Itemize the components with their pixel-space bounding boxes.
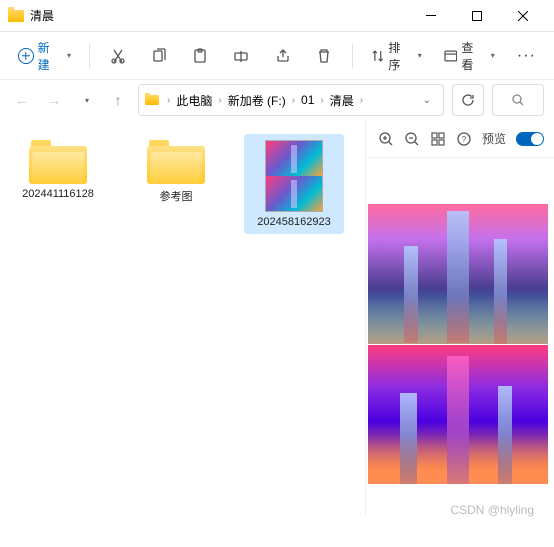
new-label: 新建 bbox=[38, 39, 61, 73]
sort-label: 排序 bbox=[388, 39, 411, 73]
close-button[interactable] bbox=[500, 0, 546, 32]
paste-button[interactable] bbox=[183, 40, 218, 72]
refresh-button[interactable] bbox=[452, 84, 484, 116]
separator bbox=[352, 44, 353, 68]
plus-icon bbox=[18, 48, 34, 64]
crumb-pc[interactable]: 此电脑 bbox=[174, 90, 214, 111]
item-label: 参考图 bbox=[160, 188, 193, 204]
item-label: 202458162923 bbox=[257, 216, 330, 228]
preview-image bbox=[368, 204, 548, 484]
view-icon bbox=[444, 49, 458, 63]
more-button[interactable]: ··· bbox=[509, 40, 544, 72]
share-button[interactable] bbox=[265, 40, 300, 72]
chevron-down-icon: ▾ bbox=[491, 51, 495, 60]
sort-button[interactable]: 排序 ▾ bbox=[363, 40, 430, 72]
copy-button[interactable] bbox=[141, 40, 176, 72]
search-icon bbox=[511, 93, 525, 107]
crumb-folder2[interactable]: 清晨 bbox=[328, 90, 356, 111]
watermark: CSDN @hlyling bbox=[450, 503, 534, 517]
chevron-right-icon: › bbox=[165, 95, 172, 106]
file-list[interactable]: 202441116128 参考图 202458162923 bbox=[0, 120, 365, 515]
new-button[interactable]: 新建 ▾ bbox=[10, 40, 79, 72]
folder-icon bbox=[145, 95, 159, 105]
image-thumbnail bbox=[265, 140, 323, 212]
help-button[interactable]: ? bbox=[456, 131, 472, 147]
crumb-folder1[interactable]: 01 bbox=[299, 91, 316, 109]
folder-icon bbox=[147, 140, 205, 184]
folder-item[interactable]: 202441116128 bbox=[8, 134, 108, 206]
delete-button[interactable] bbox=[306, 40, 341, 72]
zoom-out-button[interactable] bbox=[404, 131, 420, 147]
crumb-drive[interactable]: 新加卷 (F:) bbox=[226, 90, 288, 111]
rename-button[interactable] bbox=[224, 40, 259, 72]
folder-item[interactable]: 参考图 bbox=[126, 134, 226, 210]
maximize-button[interactable] bbox=[454, 0, 500, 32]
folder-icon bbox=[29, 140, 87, 184]
back-button[interactable]: ← bbox=[10, 88, 34, 112]
grid-view-button[interactable] bbox=[430, 131, 446, 147]
svg-text:?: ? bbox=[462, 135, 467, 144]
sort-icon bbox=[371, 49, 385, 63]
chevron-right-icon: › bbox=[318, 95, 325, 106]
forward-button[interactable]: → bbox=[42, 88, 66, 112]
preview-pane: ? 预览 bbox=[365, 120, 554, 515]
chevron-down-icon: ▾ bbox=[67, 51, 71, 60]
chevron-right-icon: › bbox=[290, 95, 297, 106]
view-button[interactable]: 查看 ▾ bbox=[436, 40, 503, 72]
address-bar[interactable]: › 此电脑 › 新加卷 (F:) › 01 › 清晨 › ⌄ bbox=[138, 84, 444, 116]
window-title: 清晨 bbox=[30, 7, 408, 24]
image-item[interactable]: 202458162923 bbox=[244, 134, 344, 234]
more-icon: ··· bbox=[517, 47, 536, 65]
address-dropdown[interactable]: ⌄ bbox=[423, 95, 437, 106]
cut-button[interactable] bbox=[100, 40, 135, 72]
search-box[interactable] bbox=[492, 84, 544, 116]
chevron-right-icon: › bbox=[358, 95, 365, 106]
minimize-button[interactable] bbox=[408, 0, 454, 32]
separator bbox=[89, 44, 90, 68]
preview-label: 预览 bbox=[482, 130, 506, 147]
chevron-right-icon: › bbox=[216, 95, 223, 106]
window-folder-icon bbox=[8, 10, 24, 22]
chevron-down-icon: ▾ bbox=[418, 51, 422, 60]
item-label: 202441116128 bbox=[22, 188, 94, 200]
preview-toggle[interactable] bbox=[516, 132, 544, 146]
up-button[interactable]: ↑ bbox=[106, 88, 130, 112]
view-label: 查看 bbox=[461, 39, 484, 73]
recent-button[interactable]: ▾ bbox=[74, 88, 98, 112]
zoom-in-button[interactable] bbox=[378, 131, 394, 147]
